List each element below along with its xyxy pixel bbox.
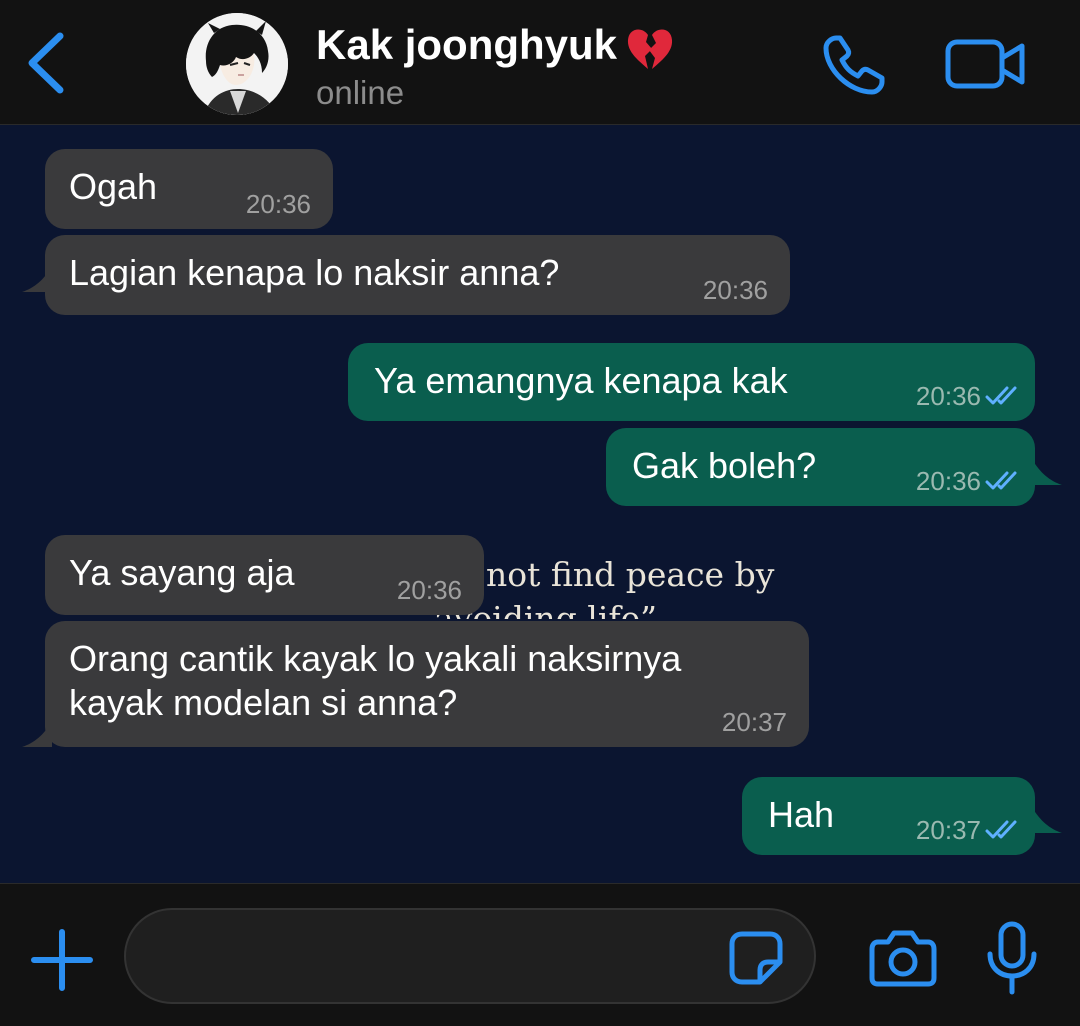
message-text: Hah (768, 794, 835, 835)
message-text: Ya sayang aja (69, 552, 295, 593)
message-text: Ya emangnya kenapa kak (374, 360, 788, 401)
bubble-tail-shape (1032, 459, 1062, 485)
microphone-icon[interactable] (984, 920, 1040, 996)
message-text: Orang cantik kayak lo yakali naksirnya k… (69, 638, 682, 723)
message-list[interactable]: not find peace by avoiding life” Ogah 20… (0, 125, 1080, 883)
read-receipt-icon (985, 386, 1017, 405)
contact-name-row[interactable]: Kak joonghyuk (316, 20, 675, 73)
chat-header: Kak joonghyuk online (0, 0, 1080, 125)
contact-name: Kak joonghyuk (316, 21, 618, 68)
plus-icon[interactable] (30, 928, 94, 992)
read-receipt-icon (985, 820, 1017, 839)
message-time: 20:36 (702, 275, 768, 305)
message-input-container[interactable] (124, 908, 816, 1004)
message-bubble-incoming[interactable]: Ogah 20:36 (45, 149, 333, 229)
video-camera-icon[interactable] (944, 36, 1028, 92)
message-time: 20:36 (245, 189, 311, 219)
message-text: Lagian kenapa lo naksir anna? (69, 252, 560, 293)
message-input[interactable] (156, 930, 720, 984)
message-bubble-incoming[interactable]: Orang cantik kayak lo yakali naksirnya k… (45, 621, 809, 747)
message-bubble-outgoing[interactable]: Hah 20:37 (742, 777, 1035, 855)
message-time: 20:36 (915, 381, 981, 411)
sticker-icon[interactable] (728, 930, 784, 986)
message-text: Gak boleh? (632, 445, 817, 486)
message-bubble-incoming[interactable]: Lagian kenapa lo naksir anna? 20:36 (45, 235, 790, 315)
message-time: 20:36 (915, 466, 981, 496)
message-bubble-incoming[interactable]: Ya sayang aja 20:36 (45, 535, 484, 615)
message-bubble-outgoing[interactable]: Gak boleh? 20:36 (606, 428, 1035, 506)
composer-bar (0, 883, 1080, 1026)
message-time: 20:37 (915, 815, 981, 845)
chevron-left-icon[interactable] (22, 30, 72, 96)
broken-heart-emoji-icon (627, 29, 673, 69)
contact-status: online (316, 74, 405, 111)
read-receipt-icon (985, 471, 1017, 490)
message-time: 20:36 (396, 575, 462, 605)
message-time: 20:37 (721, 707, 787, 737)
camera-icon[interactable] (868, 928, 938, 988)
phone-icon[interactable] (820, 32, 890, 98)
avatar[interactable] (186, 13, 288, 115)
message-bubble-outgoing[interactable]: Ya emangnya kenapa kak 20:36 (348, 343, 1035, 421)
bubble-tail-shape (1032, 807, 1062, 833)
chat-screen: Kak joonghyuk online not find peace by a… (0, 0, 1080, 1026)
avatar-illustration (186, 13, 288, 115)
wallpaper-quote-line: not find peace by (486, 555, 775, 594)
message-text: Ogah (69, 166, 158, 207)
